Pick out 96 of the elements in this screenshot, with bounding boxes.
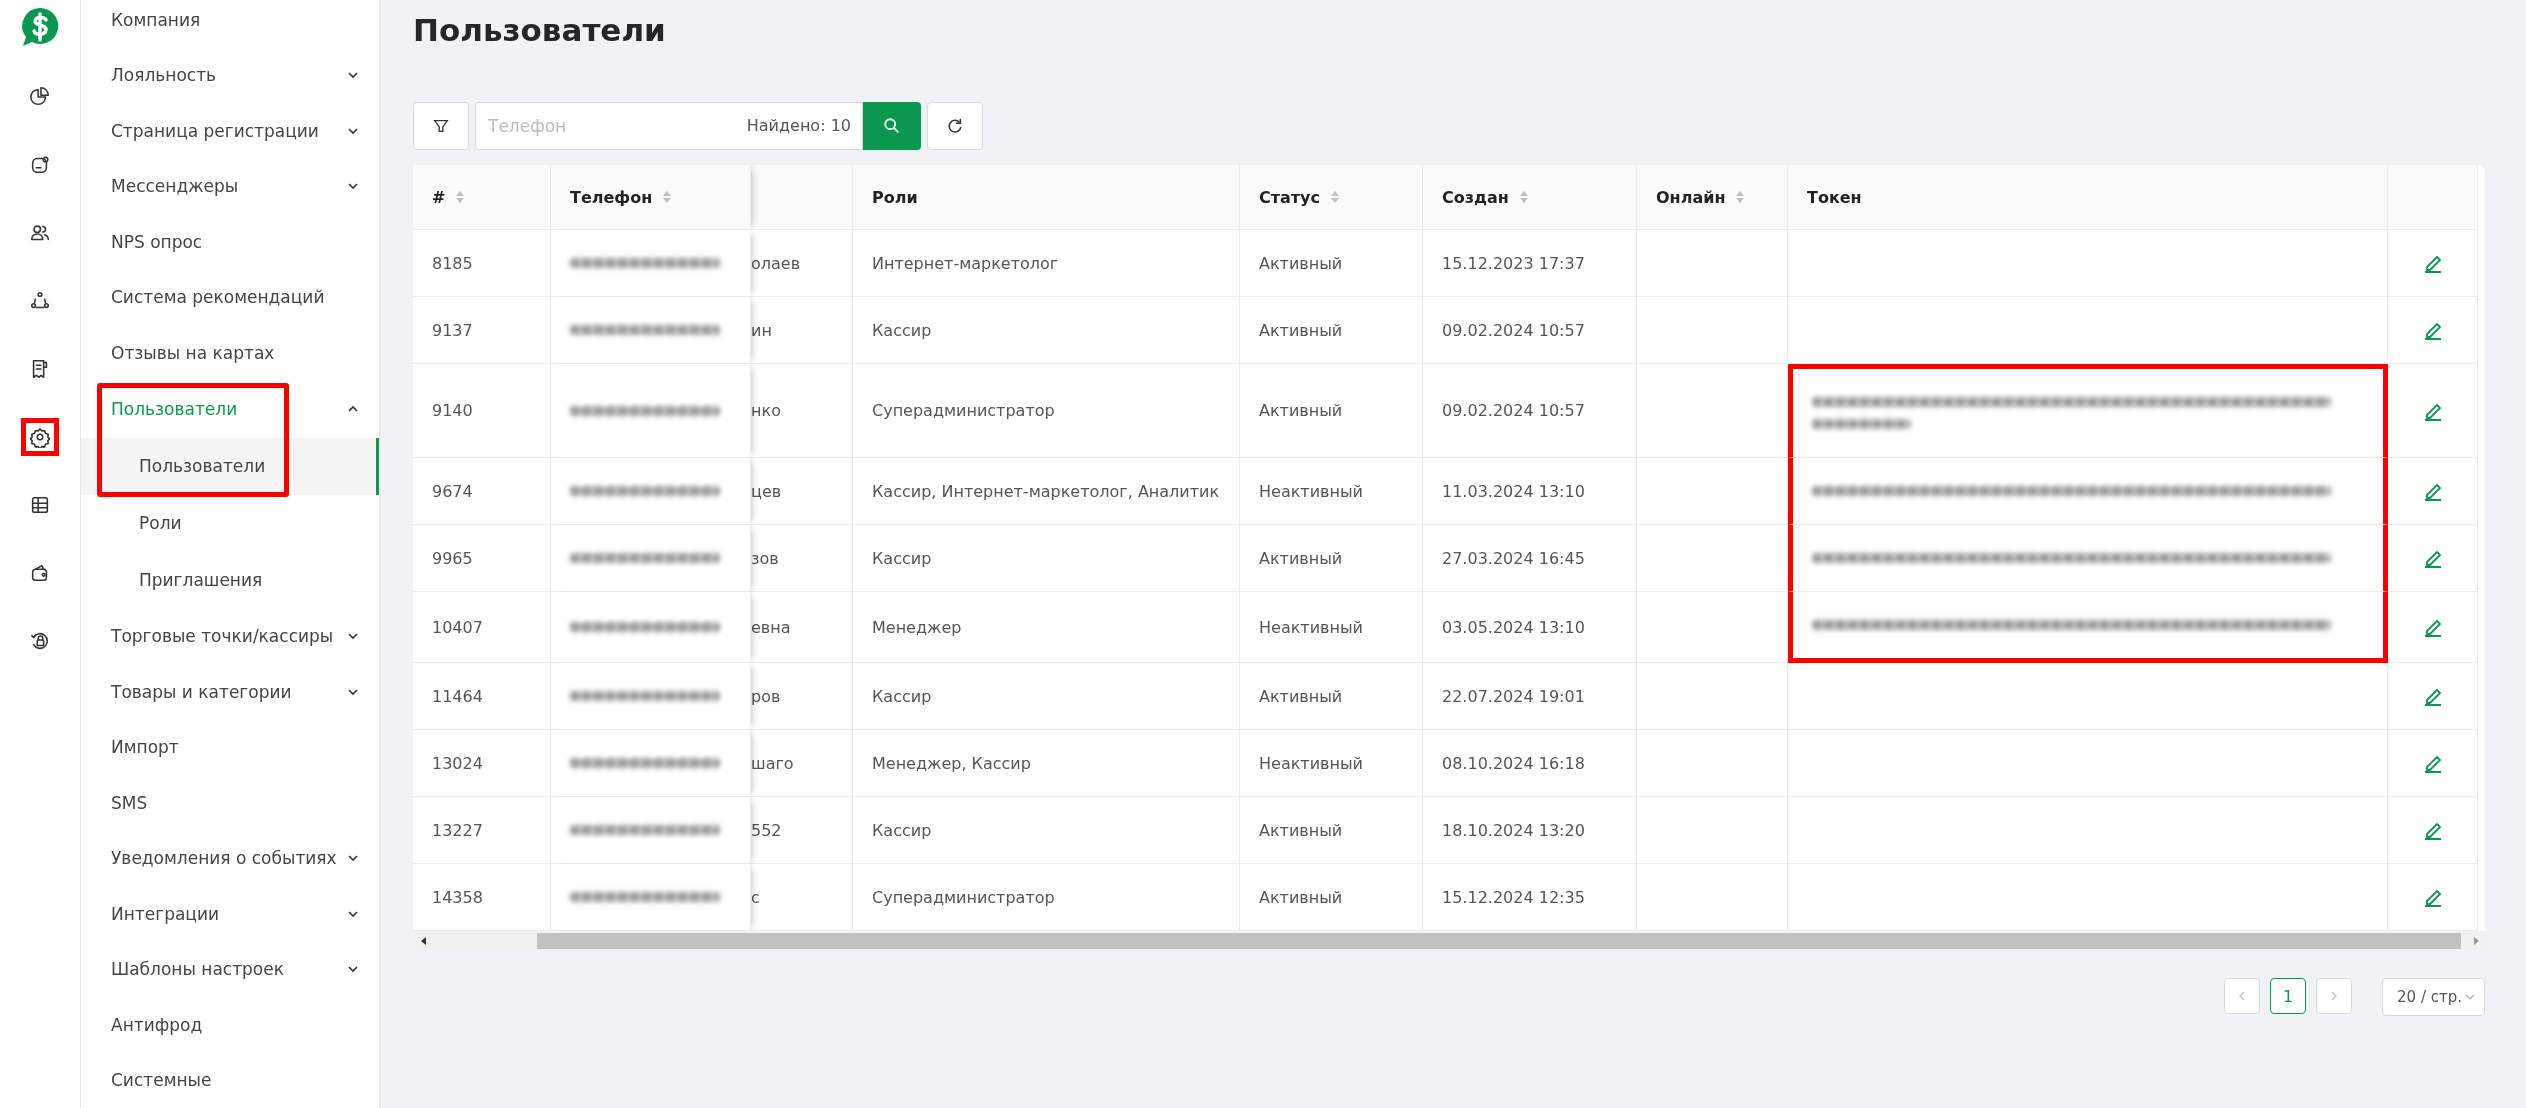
table-cell: 27.03.2024 16:45 xyxy=(1423,525,1637,592)
table-cell: 11464 xyxy=(413,663,551,730)
table-cell: зов xyxy=(751,525,853,592)
table-cell: ин xyxy=(751,297,853,364)
table-cell: 14358 xyxy=(413,864,551,931)
column-header[interactable]: Статус xyxy=(1240,165,1423,230)
table-cell: олаев xyxy=(751,230,853,297)
table-cell: Суперадминистратор xyxy=(853,364,1240,458)
table-cell: 13024 xyxy=(413,730,551,797)
chart-icon[interactable] xyxy=(29,86,51,108)
sidebar-item[interactable]: Лояльность xyxy=(81,47,379,103)
sidebar-item[interactable]: Торговые точки/кассиры xyxy=(81,608,379,664)
table-cell: шаго xyxy=(751,730,853,797)
table-cell: евна xyxy=(751,592,853,663)
sidebar-item[interactable]: SMS xyxy=(81,775,379,831)
sidebar-item[interactable]: Мессенджеры xyxy=(81,158,379,214)
table-cell: Кассир xyxy=(853,525,1240,592)
table-cell: с xyxy=(751,864,853,931)
table-icon[interactable] xyxy=(29,494,51,516)
table-cell: Активный xyxy=(1240,663,1423,730)
table-cell: Активный xyxy=(1240,297,1423,364)
horizontal-scrollbar[interactable] xyxy=(413,932,2485,950)
page-title: Пользователи xyxy=(413,12,667,50)
lock-icon[interactable] xyxy=(29,630,51,652)
sidebar-item[interactable]: Роли xyxy=(81,494,379,552)
sidebar-item[interactable]: Товары и категории xyxy=(81,664,379,720)
table-cell: 9965 xyxy=(413,525,551,592)
table-cell: Интернет-маркетолог xyxy=(853,230,1240,297)
table-cell: Активный xyxy=(1240,864,1423,931)
sidebar-item[interactable]: Страница регистрации xyxy=(81,103,379,159)
table-cell: 8185 xyxy=(413,230,551,297)
table-cell: Кассир xyxy=(853,297,1240,364)
page-button[interactable]: 1 xyxy=(2270,978,2307,1014)
table-cell: 22.07.2024 19:01 xyxy=(1423,663,1637,730)
table-cell: Неактивный xyxy=(1240,730,1423,797)
table-cell: 10407 xyxy=(413,592,551,663)
scroll-right-icon[interactable] xyxy=(2471,936,2481,946)
sidebar-item[interactable]: Отзывы на картах xyxy=(81,325,379,381)
refresh-button[interactable] xyxy=(927,102,983,150)
table-cell: Активный xyxy=(1240,797,1423,864)
table-cell: 15.12.2024 12:35 xyxy=(1423,864,1637,931)
table-cell: 15.12.2023 17:37 xyxy=(1423,230,1637,297)
table-cell: нко xyxy=(751,364,853,458)
refresh-icon xyxy=(946,117,964,135)
chat-icon[interactable] xyxy=(29,154,51,176)
page-size-select[interactable]: 20 / стр. xyxy=(2382,978,2485,1016)
table-cell: Неактивный xyxy=(1240,458,1423,525)
settings-icon[interactable] xyxy=(29,426,51,448)
sidebar-item[interactable]: Уведомления о событиях xyxy=(81,830,379,886)
table-cell: Менеджер, Кассир xyxy=(853,730,1240,797)
sidebar-item[interactable]: Компания xyxy=(81,0,379,48)
column-header[interactable]: Роли xyxy=(853,165,1240,230)
column-header[interactable]: Токен xyxy=(1788,165,2388,230)
table-cell: 552 xyxy=(751,797,853,864)
column-header[interactable]: Создан xyxy=(1423,165,1637,230)
table-cell: 09.02.2024 10:57 xyxy=(1423,364,1637,458)
filter-icon xyxy=(432,117,450,135)
search-icon xyxy=(883,117,901,135)
search-button[interactable] xyxy=(863,102,921,150)
table-cell: Активный xyxy=(1240,525,1423,592)
table-cell: Кассир, Интернет-маркетолог, Аналитик xyxy=(853,458,1240,525)
table-cell: 9674 xyxy=(413,458,551,525)
table-cell: 13227 xyxy=(413,797,551,864)
table-cell: Кассир xyxy=(853,663,1240,730)
table-cell: 9140 xyxy=(413,364,551,458)
sidebar-item[interactable]: Интеграции xyxy=(81,886,379,942)
scroll-left-icon[interactable] xyxy=(419,936,429,946)
sidebar-item[interactable]: Пользователи xyxy=(81,380,379,438)
sidebar-item[interactable]: Антифрод xyxy=(81,997,379,1053)
column-header[interactable]: # xyxy=(413,165,551,230)
table-cell: 09.02.2024 10:57 xyxy=(1423,297,1637,364)
table-cell: цев xyxy=(751,458,853,525)
table-cell: Неактивный xyxy=(1240,592,1423,663)
filter-button[interactable] xyxy=(413,102,469,150)
sidebar-item[interactable]: Система рекомендаций xyxy=(81,269,379,325)
table-cell: 03.05.2024 13:10 xyxy=(1423,592,1637,663)
table-cell: Активный xyxy=(1240,364,1423,458)
sidebar-item[interactable]: Шаблоны настроек xyxy=(81,941,379,997)
table-cell: 18.10.2024 13:20 xyxy=(1423,797,1637,864)
column-header[interactable]: Телефон xyxy=(551,165,751,230)
column-header[interactable]: Онлайн xyxy=(1637,165,1788,230)
table-cell: 08.10.2024 16:18 xyxy=(1423,730,1637,797)
sidebar-item[interactable]: NPS опрос xyxy=(81,214,379,270)
logo-icon[interactable] xyxy=(20,6,60,48)
table-cell: Менеджер xyxy=(853,592,1240,663)
table-cell: ров xyxy=(751,663,853,730)
table-cell: 11.03.2024 13:10 xyxy=(1423,458,1637,525)
table-cell: 9137 xyxy=(413,297,551,364)
sidebar-item[interactable]: Приглашения xyxy=(81,551,379,609)
table-cell: Кассир xyxy=(853,797,1240,864)
table-cell: Суперадминистратор xyxy=(853,864,1240,931)
sidebar-item[interactable]: Системные xyxy=(81,1052,379,1108)
sidebar-item[interactable]: Импорт xyxy=(81,719,379,775)
table-cell: Активный xyxy=(1240,230,1423,297)
sidebar-item[interactable]: Пользователи xyxy=(81,437,379,495)
results-count: Найдено: 10 xyxy=(746,116,851,135)
